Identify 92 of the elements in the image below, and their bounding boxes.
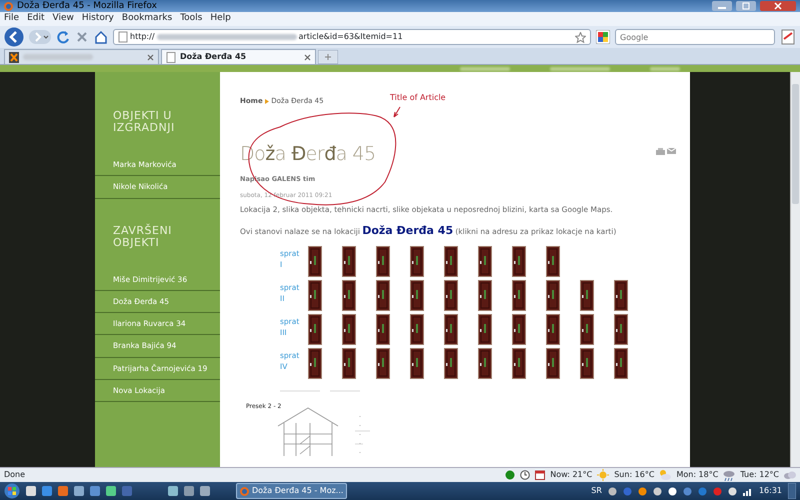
door-icon[interactable] xyxy=(478,280,492,311)
url-text: http:// xyxy=(130,31,155,43)
forward-icon[interactable] xyxy=(29,30,51,44)
close-icon[interactable] xyxy=(760,1,796,11)
google-icon[interactable] xyxy=(596,30,610,44)
door-icon[interactable] xyxy=(478,348,492,379)
door-icon[interactable] xyxy=(342,280,356,311)
door-icon[interactable] xyxy=(512,314,526,345)
weather-reading: Tue: 12°C xyxy=(740,469,779,481)
door-icon[interactable] xyxy=(512,348,526,379)
weather-reading: Sun: 16°C xyxy=(614,469,654,481)
tab-title: Doža Đerđa 45 xyxy=(180,51,246,63)
clock-time: 16:31 xyxy=(758,485,782,497)
door-icon[interactable] xyxy=(444,348,458,379)
browser-tab[interactable]: Doža Đerđa 45 xyxy=(161,49,316,64)
door-icon[interactable] xyxy=(580,280,594,311)
door-icon[interactable] xyxy=(308,246,322,277)
home-icon[interactable] xyxy=(94,30,108,44)
menu-item[interactable]: Bookmarks xyxy=(122,12,172,26)
page-icon xyxy=(166,52,176,62)
url-text: article&id=63&Itemid=11 xyxy=(298,31,403,43)
door-icon[interactable] xyxy=(342,348,356,379)
star-icon[interactable] xyxy=(575,32,586,42)
calendar-icon xyxy=(535,470,546,480)
window-title: Doža Đerđa 45 - Mozilla Firefox xyxy=(17,1,157,11)
menu-item[interactable]: Tools xyxy=(180,12,202,26)
door-icon[interactable] xyxy=(410,246,424,277)
blurred-tab-title xyxy=(23,54,93,60)
close-icon[interactable] xyxy=(304,54,311,60)
door-icon[interactable] xyxy=(580,314,594,345)
door-icon[interactable] xyxy=(546,246,560,277)
page-icon xyxy=(118,31,128,43)
reload-icon[interactable] xyxy=(56,30,70,44)
door-icon[interactable] xyxy=(614,280,628,311)
door-icon[interactable] xyxy=(512,246,526,277)
door-icon[interactable] xyxy=(478,314,492,345)
door-icon[interactable] xyxy=(342,246,356,277)
status-text: Done xyxy=(4,469,26,481)
menu-item[interactable]: Edit xyxy=(27,12,44,26)
menu-item[interactable]: Help xyxy=(210,12,231,26)
status-icon xyxy=(505,470,516,480)
sun-cloud-icon xyxy=(659,469,672,481)
sidebar-heading: OBJEKTI U IZGRADNJI xyxy=(112,110,176,134)
door-icon[interactable] xyxy=(308,314,322,345)
door-icon[interactable] xyxy=(376,246,390,277)
door-icon[interactable] xyxy=(546,348,560,379)
door-icon[interactable] xyxy=(546,314,560,345)
menu-item[interactable]: View xyxy=(52,12,74,26)
menu-item[interactable]: History xyxy=(82,12,114,26)
back-icon[interactable] xyxy=(4,27,24,47)
clock-icon xyxy=(520,470,530,480)
door-icon[interactable] xyxy=(376,348,390,379)
weather-reading: Mon: 18°C xyxy=(676,469,718,481)
signal-icon xyxy=(742,486,753,496)
arrow-icon xyxy=(264,98,269,104)
door-icon[interactable] xyxy=(376,314,390,345)
page-icon xyxy=(9,52,19,62)
door-icon[interactable] xyxy=(546,280,560,311)
address-field[interactable]: http:// article&id=63&Itemid=11 xyxy=(113,29,591,45)
door-icon[interactable] xyxy=(410,280,424,311)
door-icon[interactable] xyxy=(308,348,322,379)
search-field[interactable]: Google xyxy=(615,29,775,45)
browser-tab[interactable] xyxy=(4,49,159,64)
door-icon[interactable] xyxy=(444,280,458,311)
door-icon[interactable] xyxy=(410,314,424,345)
language-indicator[interactable]: SR xyxy=(591,485,602,497)
door-icon[interactable] xyxy=(342,314,356,345)
door-icon[interactable] xyxy=(614,314,628,345)
document-icon[interactable] xyxy=(780,29,796,45)
weather-reading: Now: 21°C xyxy=(550,469,592,481)
door-icon[interactable] xyxy=(580,348,594,379)
sidebar-heading: ZAVRŠENI OBJEKTI xyxy=(112,224,173,248)
door-icon[interactable] xyxy=(444,314,458,345)
door-icon[interactable] xyxy=(512,280,526,311)
close-icon[interactable] xyxy=(147,54,154,60)
door-icon[interactable] xyxy=(410,348,424,379)
new-tab-icon[interactable] xyxy=(318,50,338,64)
door-icon[interactable] xyxy=(308,280,322,311)
sun-icon xyxy=(597,469,610,481)
start-icon[interactable] xyxy=(4,483,20,499)
firefox-icon xyxy=(4,2,13,10)
annotation-text: Title of Article xyxy=(390,92,446,104)
door-icon[interactable] xyxy=(614,348,628,379)
scrollbar[interactable] xyxy=(790,72,800,467)
firefox-icon xyxy=(240,486,249,496)
door-icon[interactable] xyxy=(478,246,492,277)
door-icon[interactable] xyxy=(376,280,390,311)
location-link[interactable]: Doža Đerđa 45 xyxy=(362,223,454,240)
menu-item[interactable]: File xyxy=(4,12,20,26)
door-icon[interactable] xyxy=(444,246,458,277)
rain-cloud-icon xyxy=(723,469,736,481)
taskbar-window[interactable]: Doža Đerđa 45 - Moz... xyxy=(236,483,348,499)
